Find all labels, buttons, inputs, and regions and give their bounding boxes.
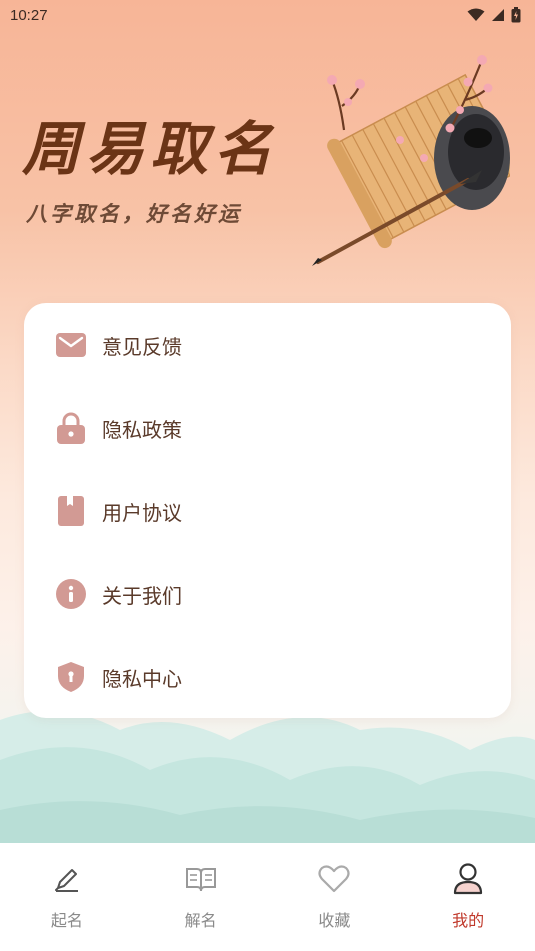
mail-icon bbox=[56, 330, 86, 360]
lock-icon bbox=[56, 412, 86, 444]
tab-favorites[interactable]: 收藏 bbox=[268, 843, 402, 951]
menu-item-user-agreement[interactable]: 用户协议 bbox=[24, 481, 511, 541]
tab-label: 解名 bbox=[184, 911, 217, 930]
menu-item-label: 意见反馈 bbox=[102, 334, 182, 359]
battery-icon bbox=[511, 7, 521, 23]
book-icon bbox=[56, 496, 86, 526]
cellular-icon bbox=[492, 9, 504, 21]
hero-banner: 周易取名 八字取名，好名好运 bbox=[0, 30, 535, 300]
user-icon bbox=[452, 863, 484, 895]
shield-icon bbox=[56, 662, 86, 692]
menu-item-feedback[interactable]: 意见反馈 bbox=[24, 315, 511, 375]
heart-icon bbox=[318, 863, 350, 895]
menu-item-label: 关于我们 bbox=[102, 583, 182, 608]
status-time: 10:27 bbox=[10, 6, 48, 24]
menu-item-privacy-center[interactable]: 隐私中心 bbox=[24, 647, 511, 707]
menu-item-label: 隐私中心 bbox=[102, 666, 182, 691]
wifi-icon bbox=[467, 8, 485, 21]
status-bar: 10:27 bbox=[0, 0, 535, 30]
tab-mine[interactable]: 我的 bbox=[401, 843, 535, 951]
pencil-icon bbox=[51, 863, 83, 895]
menu-item-privacy-policy[interactable]: 隐私政策 bbox=[24, 398, 511, 458]
tab-naming[interactable]: 起名 bbox=[0, 843, 134, 951]
tab-label: 我的 bbox=[452, 911, 485, 930]
menu-item-label: 隐私政策 bbox=[102, 417, 182, 442]
hero-title: 周易取名 bbox=[22, 115, 279, 183]
settings-menu-card: 意见反馈 隐私政策 用户协议 关于我们 隐私中心 bbox=[24, 303, 511, 718]
status-icons bbox=[467, 7, 521, 23]
tab-label: 起名 bbox=[50, 911, 83, 930]
scroll-brush-illustration bbox=[312, 55, 510, 266]
tab-interpret-name[interactable]: 解名 bbox=[134, 843, 268, 951]
hero-subtitle: 八字取名，好名好运 bbox=[26, 201, 242, 226]
info-icon bbox=[56, 579, 86, 609]
tab-label: 收藏 bbox=[318, 911, 351, 930]
open-book-icon bbox=[185, 863, 217, 895]
menu-item-label: 用户协议 bbox=[102, 500, 182, 525]
menu-item-about-us[interactable]: 关于我们 bbox=[24, 564, 511, 624]
bottom-tab-bar: 起名 解名 收藏 我的 bbox=[0, 843, 535, 951]
